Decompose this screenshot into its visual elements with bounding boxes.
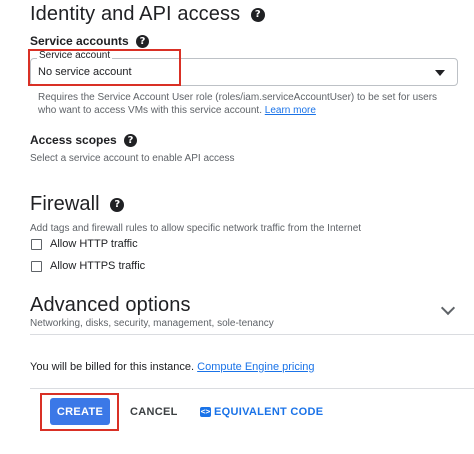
identity-title-text: Identity and API access xyxy=(30,3,241,25)
access-scopes-hint: Select a service account to enable API a… xyxy=(30,153,235,164)
allow-https-checkbox[interactable] xyxy=(31,260,42,272)
chevron-down-icon[interactable] xyxy=(440,300,456,316)
allow-http-option[interactable]: Allow HTTP traffic xyxy=(31,238,138,250)
highlight-box-service-account xyxy=(28,49,181,86)
equivalent-code-button[interactable]: <> EQUIVALENT CODE xyxy=(200,406,323,418)
identity-section-title: Identity and API access ? xyxy=(30,3,265,26)
firewall-section-title: Firewall ? xyxy=(30,193,125,216)
firewall-title-text: Firewall xyxy=(30,193,100,215)
help-icon[interactable]: ? xyxy=(250,7,265,22)
footer-divider xyxy=(30,388,474,389)
billing-text: You will be billed for this instance. xyxy=(30,361,195,373)
highlight-box-create xyxy=(40,393,119,431)
service-accounts-label: Service accounts xyxy=(30,34,129,48)
allow-https-label: Allow HTTPS traffic xyxy=(50,260,146,272)
cancel-button[interactable]: CANCEL xyxy=(130,406,178,418)
code-icon: <> xyxy=(200,407,211,417)
service-account-hint-line1: Requires the Service Account User role (… xyxy=(38,92,438,103)
help-icon[interactable]: ? xyxy=(124,134,138,148)
access-scopes-heading: Access scopes ? xyxy=(30,133,138,148)
service-account-hint: Requires the Service Account User role (… xyxy=(38,91,468,117)
firewall-hint: Add tags and firewall rules to allow spe… xyxy=(30,223,362,234)
compute-engine-pricing-link[interactable]: Compute Engine pricing xyxy=(197,361,314,373)
service-account-hint-line2: who want to access VMs with this service… xyxy=(38,104,468,117)
allow-https-option[interactable]: Allow HTTPS traffic xyxy=(31,260,145,272)
caret-down-icon xyxy=(435,70,445,76)
learn-more-link[interactable]: Learn more xyxy=(265,105,316,116)
billing-notice: You will be billed for this instance. Co… xyxy=(30,361,315,374)
advanced-options-hint: Networking, disks, security, management,… xyxy=(30,318,274,329)
equivalent-code-label: EQUIVALENT CODE xyxy=(214,406,324,418)
access-scopes-label: Access scopes xyxy=(30,133,117,147)
advanced-divider xyxy=(30,334,474,335)
advanced-options-title[interactable]: Advanced options xyxy=(30,294,191,317)
service-account-hint-line2-text: who want to access VMs with this service… xyxy=(38,105,262,116)
allow-http-checkbox[interactable] xyxy=(31,238,42,250)
help-icon[interactable]: ? xyxy=(136,35,150,49)
help-icon[interactable]: ? xyxy=(110,197,125,212)
allow-http-label: Allow HTTP traffic xyxy=(50,238,138,250)
service-accounts-heading: Service accounts ? xyxy=(30,34,150,49)
